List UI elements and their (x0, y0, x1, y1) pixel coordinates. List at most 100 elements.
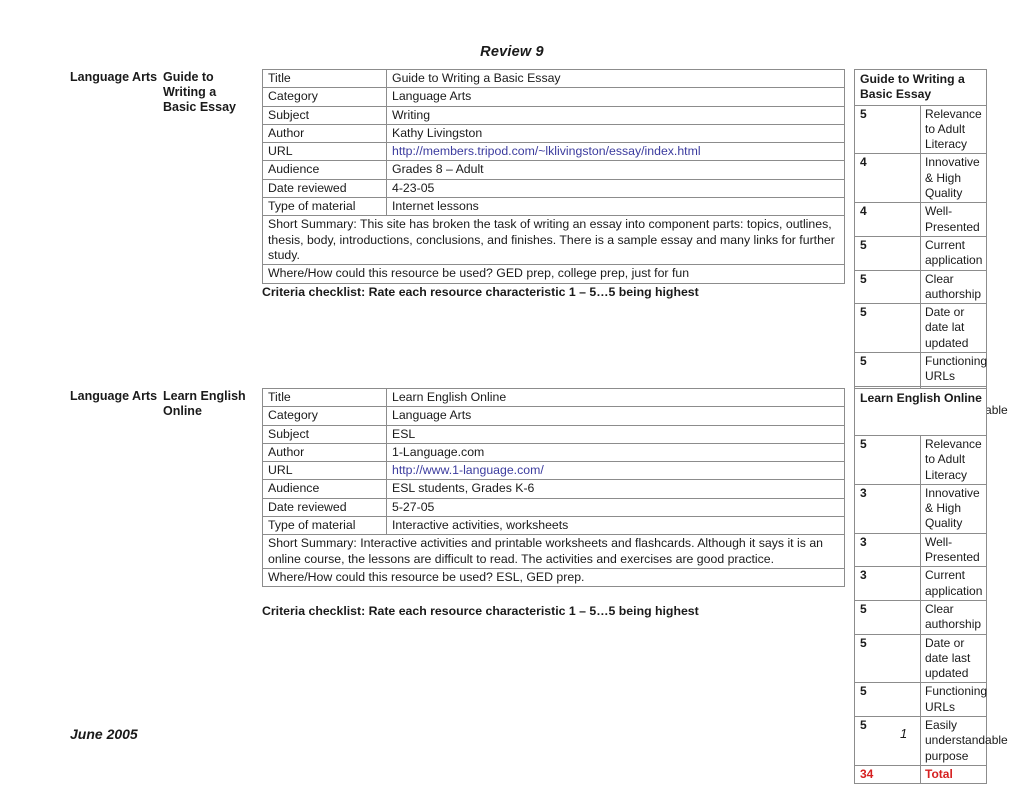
document-page: Review 9 Language Arts Guide to Writing … (0, 0, 1024, 791)
total-score: 34 (854, 764, 921, 785)
scorecard-row: 5 Current application (854, 235, 987, 271)
score-value: 3 (854, 483, 921, 534)
scorecard-row: 5 Date or date lat updated (854, 303, 987, 354)
field-label: Author (262, 123, 387, 144)
score-value: 5 (854, 716, 921, 766)
page-header-title: Review 9 (480, 44, 544, 60)
short-summary-text: Short Summary: Interactive activities an… (262, 534, 845, 569)
table-row: Subject Writing (262, 105, 845, 125)
table-row: Type of material Interactive activities,… (262, 516, 845, 536)
field-value: ESL students, Grades K-6 (386, 479, 845, 499)
field-label: Category (262, 406, 387, 426)
table-row: Date reviewed 4-23-05 (262, 178, 845, 199)
footer-page-number: 1 (900, 726, 908, 741)
scorecard-row: 5 Relevance to Adult Literacy (854, 104, 987, 155)
field-value-url: http://members.tripod.com/~lklivingston/… (386, 142, 845, 162)
table-row: Title Learn English Online (262, 387, 845, 408)
field-label: Date reviewed (262, 497, 387, 518)
field-label: Title (262, 68, 387, 89)
scorecard-row: 5 Functioning URLs (854, 352, 987, 387)
score-value: 5 (854, 599, 921, 635)
short-summary-text: Short Summary: This site has broken the … (262, 215, 845, 266)
criterion-label: Date or date last updated (920, 633, 987, 684)
field-label: Subject (262, 105, 387, 125)
criteria-checklist-note: Criteria checklist: Rate each resource c… (262, 285, 699, 299)
field-value: ESL (386, 424, 845, 444)
score-value: 5 (854, 352, 921, 387)
score-value: 5 (854, 435, 921, 485)
field-label: Audience (262, 479, 387, 499)
field-value-url: http://www.1-language.com/ (386, 461, 845, 481)
field-label: URL (262, 461, 387, 481)
scorecard-row: 5 Easily understandable purpose (854, 716, 1008, 766)
criterion-label: Clear authorship (920, 269, 987, 305)
table-row: Author Kathy Livingston (262, 123, 845, 144)
scorecard-title: Learn English Online (854, 388, 987, 436)
scorecard-row: 5 Functioning URLs (854, 682, 987, 718)
criterion-label: Relevance to Adult Literacy (920, 104, 987, 155)
table-row: Audience ESL students, Grades K-6 (262, 479, 845, 499)
score-value: 4 (854, 202, 921, 237)
scorecard-row: 5 Relevance to Adult Literacy (854, 435, 987, 485)
score-value: 4 (854, 153, 921, 204)
field-label: Date reviewed (262, 178, 387, 199)
criterion-label: Date or date lat updated (920, 303, 987, 354)
resource-info-table: Title Guide to Writing a Basic Essay Cat… (262, 68, 845, 284)
scorecard-total-row: 34 Total (854, 764, 987, 785)
scorecard-row: 5 Date or date last updated (854, 633, 987, 684)
criterion-label: Well-Presented (920, 532, 987, 568)
scorecard-row: 5 Clear authorship (854, 269, 987, 305)
table-row: Title Guide to Writing a Basic Essay (262, 68, 845, 89)
score-value: 5 (854, 104, 921, 155)
scorecard-row: 3 Current application (854, 566, 987, 601)
field-value: Internet lessons (386, 197, 845, 217)
field-value: Kathy Livingston (386, 123, 845, 144)
record-resource-label: Guide to Writing a Basic Essay (163, 70, 236, 114)
scorecard-row: 4 Innovative & High Quality (854, 153, 987, 204)
field-label: Category (262, 87, 387, 107)
scorecard-header-row: Guide to Writing a Basic Essay (854, 69, 987, 106)
field-value: Language Arts (386, 87, 845, 107)
table-row: Where/How could this resource be used? G… (262, 264, 845, 284)
table-row: URL http://members.tripod.com/~lklivings… (262, 142, 845, 162)
field-value: Writing (386, 105, 845, 125)
field-value: Language Arts (386, 406, 845, 426)
record-category-label: Language Arts (70, 70, 158, 84)
scorecard-header-row: Learn English Online (854, 388, 987, 436)
table-row: Audience Grades 8 – Adult (262, 160, 845, 180)
table-row: Category Language Arts (262, 406, 845, 426)
field-value: 4-23-05 (386, 178, 845, 199)
scorecard-row: 5 Clear authorship (854, 599, 987, 635)
score-value: 5 (854, 235, 921, 271)
criterion-label: Clear authorship (920, 599, 987, 635)
table-row: URL http://www.1-language.com/ (262, 461, 845, 481)
url-link[interactable]: http://www.1-language.com/ (392, 463, 544, 477)
usage-text: Where/How could this resource be used? E… (262, 567, 845, 588)
field-value: 5-27-05 (386, 497, 845, 518)
criterion-label: Current application (920, 235, 987, 271)
field-label: Type of material (262, 197, 387, 217)
score-value: 3 (854, 566, 921, 601)
table-row: Author 1-Language.com (262, 442, 845, 463)
scorecard-title: Guide to Writing a Basic Essay (854, 69, 987, 106)
record-resource-label: Learn English Online (163, 389, 246, 418)
table-row: Date reviewed 5-27-05 (262, 497, 845, 518)
field-label: URL (262, 142, 387, 162)
criterion-label: Functioning URLs (920, 352, 987, 387)
footer-date: June 2005 (70, 726, 138, 742)
score-value: 5 (854, 269, 921, 305)
scorecard-row: 3 Innovative & High Quality (854, 483, 987, 534)
field-label: Author (262, 442, 387, 463)
criteria-checklist-note: Criteria checklist: Rate each resource c… (262, 604, 699, 618)
field-value: Learn English Online (386, 387, 845, 408)
field-value: 1-Language.com (386, 442, 845, 463)
table-row: Where/How could this resource be used? E… (262, 567, 845, 588)
score-value: 5 (854, 303, 921, 354)
score-value: 3 (854, 532, 921, 568)
field-label: Title (262, 387, 387, 408)
criterion-label: Innovative & High Quality (920, 483, 987, 534)
url-link[interactable]: http://members.tripod.com/~lklivingston/… (392, 144, 701, 158)
table-row: Subject ESL (262, 424, 845, 444)
field-value: Interactive activities, worksheets (386, 516, 845, 536)
field-label: Subject (262, 424, 387, 444)
